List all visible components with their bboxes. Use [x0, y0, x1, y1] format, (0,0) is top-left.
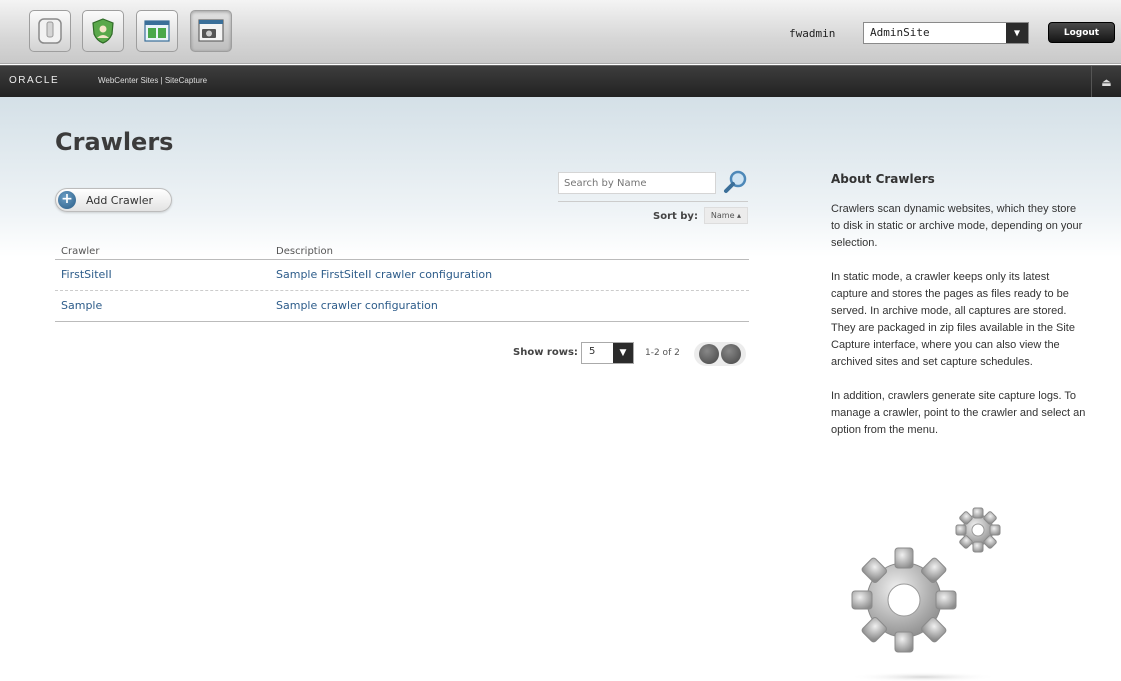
add-crawler-button[interactable]: + Add Crawler [55, 188, 172, 212]
sort-label: Sort by: [653, 211, 698, 222]
previous-page-icon[interactable] [699, 344, 719, 364]
eject-icon[interactable]: ⏏ [1091, 66, 1121, 98]
crawler-description: Sample FirstSiteII crawler configuration [276, 268, 493, 281]
marketing-app-icon[interactable] [136, 10, 178, 52]
about-paragraph: Crawlers scan dynamic websites, which th… [831, 203, 1083, 249]
about-paragraph: In static mode, a crawler keeps only its… [831, 271, 1075, 368]
chevron-down-icon[interactable]: ▼ [613, 343, 633, 363]
chevron-down-icon[interactable]: ▼ [1006, 23, 1028, 43]
page-title: Crawlers [55, 128, 174, 156]
pager [694, 342, 746, 366]
site-select-value: AdminSite [870, 26, 930, 39]
crawler-table: Crawler Description FirstSiteII Sample F… [55, 244, 749, 322]
rows-per-page-value: 5 [589, 346, 596, 357]
plus-icon: + [58, 191, 76, 209]
crawler-name[interactable]: Sample [61, 299, 102, 312]
divider [558, 201, 748, 202]
show-rows-label: Show rows: [513, 347, 578, 358]
top-toolbar: fwadmin AdminSite ▼ Logout [0, 0, 1121, 64]
next-page-icon[interactable] [721, 344, 741, 364]
sort-button[interactable]: Name ▴ [704, 207, 748, 224]
oracle-logo: ORACLE [9, 75, 60, 86]
about-panel: About Crawlers Crawlers scan dynamic web… [831, 172, 1086, 456]
search-icon[interactable] [722, 168, 750, 196]
crawler-name[interactable]: FirstSiteII [61, 268, 112, 281]
crawler-description: Sample crawler configuration [276, 299, 438, 312]
add-crawler-label: Add Crawler [86, 193, 154, 207]
about-paragraph: In addition, crawlers generate site capt… [831, 390, 1086, 436]
about-title: About Crawlers [831, 172, 935, 186]
gears-icon [838, 500, 1008, 681]
column-header-crawler[interactable]: Crawler [61, 246, 99, 257]
table-header: Crawler Description [55, 244, 749, 260]
table-row[interactable]: Sample Sample crawler configuration [55, 291, 749, 322]
site-capture-app-icon[interactable] [190, 10, 232, 52]
brand-bar: ORACLE WebCenter Sites | SiteCapture ⏏ [0, 65, 1121, 98]
column-header-description: Description [276, 246, 333, 257]
rows-per-page-select[interactable]: 5 ▼ [581, 342, 634, 364]
search-input[interactable] [558, 172, 716, 194]
table-row[interactable]: FirstSiteII Sample FirstSiteII crawler c… [55, 260, 749, 291]
user-name: fwadmin [789, 27, 836, 40]
admin-app-icon[interactable] [82, 10, 124, 52]
logout-button[interactable]: Logout [1048, 22, 1115, 43]
product-name: WebCenter Sites | SiteCapture [98, 76, 208, 85]
site-select[interactable]: AdminSite ▼ [863, 22, 1029, 44]
contributor-app-icon[interactable] [29, 10, 71, 52]
page-range: 1-2 of 2 [645, 348, 680, 358]
